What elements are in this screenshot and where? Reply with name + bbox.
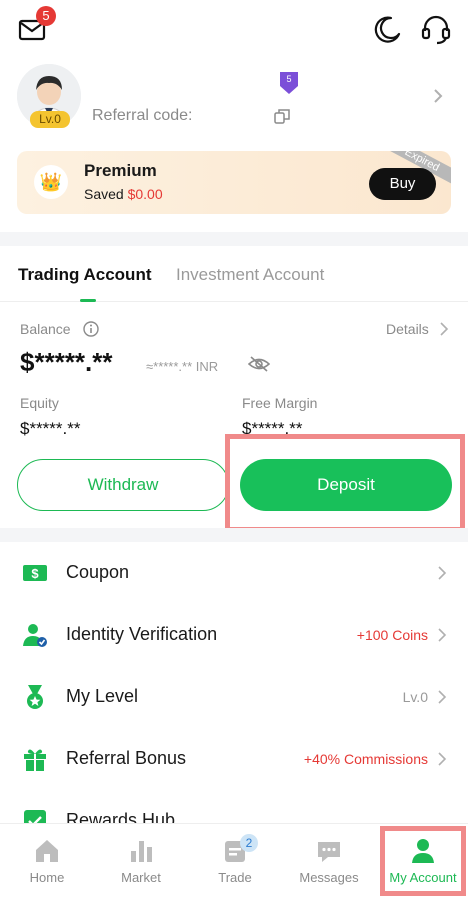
svg-text:5: 5 [286, 74, 291, 84]
chevron-right-icon [438, 690, 447, 704]
my-account-highlight-box [380, 826, 466, 896]
menu-item-identity-verification[interactable]: Identity Verification +100 Coins [0, 604, 468, 666]
menu-item-label: Identity Verification [66, 624, 218, 644]
premium-card[interactable]: 👑 Premium Saved $0.00 Expired Buy [17, 151, 451, 214]
nav-label: Market [121, 870, 161, 885]
profile-row[interactable]: Lv.0 5 Referral code: [0, 60, 468, 140]
section-divider [0, 528, 468, 542]
nav-messages[interactable]: Messages [282, 824, 376, 897]
equity-value: $*****.** [20, 419, 81, 438]
chevron-right-icon [438, 752, 447, 766]
chat-icon [318, 842, 340, 862]
balance-value: $*****.** [20, 347, 113, 377]
nav-home[interactable]: Home [0, 824, 94, 897]
referral-code-label: Referral code: [92, 107, 193, 124]
chevron-right-icon [434, 89, 443, 103]
nav-label: Messages [299, 870, 359, 885]
menu-item-label: My Level [66, 686, 139, 706]
chevron-right-icon [438, 566, 447, 580]
eye-hidden-icon[interactable] [248, 355, 270, 373]
moon-icon[interactable] [372, 14, 402, 44]
chevron-right-icon [440, 322, 449, 336]
svg-text:$: $ [31, 566, 39, 581]
trade-badge: 2 [240, 834, 258, 852]
info-icon[interactable] [83, 321, 99, 337]
premium-saved: Saved $0.00 [84, 186, 163, 202]
account-tabs: Trading Account Investment Account [0, 246, 468, 302]
mail-badge: 5 [36, 6, 56, 26]
bar-chart-icon [131, 841, 152, 862]
balance-label: Balance [20, 321, 71, 337]
crown-icon: 👑 [34, 165, 68, 199]
deposit-highlight-box [225, 434, 465, 532]
premium-title: Premium [84, 161, 157, 180]
premium-saved-prefix: Saved [84, 186, 128, 202]
coupon-icon: $ [23, 565, 47, 581]
section-divider [0, 232, 468, 246]
menu-item-my-level[interactable]: My Level Lv.0 [0, 666, 468, 728]
rewards-check-icon [24, 810, 46, 823]
tab-trading-account[interactable]: Trading Account [18, 265, 152, 285]
gift-icon [24, 749, 46, 771]
tab-investment-account[interactable]: Investment Account [176, 265, 324, 285]
free-margin-label: Free Margin [242, 395, 318, 411]
home-icon [36, 840, 58, 862]
nav-label: Home [29, 870, 65, 885]
menu-item-label: Rewards Hub [66, 810, 176, 823]
menu-item-label: Coupon [66, 562, 130, 582]
details-link[interactable]: Details [386, 321, 429, 337]
top-bar: 5 [0, 0, 468, 58]
equity-label: Equity [20, 395, 59, 411]
level-badge: Lv.0 [30, 111, 70, 128]
chevron-right-icon [438, 628, 447, 642]
commission-text: +40% Commissions [303, 751, 428, 767]
nav-trade[interactable]: 2 Trade [188, 824, 282, 897]
medal-icon [27, 685, 43, 709]
balance-inr-value: ≈*****.** INR [146, 359, 219, 374]
user-verified-icon [23, 624, 47, 647]
headset-icon[interactable] [420, 13, 452, 45]
coins-reward-text: +100 Coins [356, 627, 428, 643]
vip-badge-icon: 5 [280, 72, 298, 94]
withdraw-button[interactable]: Withdraw [17, 459, 229, 511]
copy-icon[interactable] [274, 108, 290, 124]
nav-label: Trade [218, 870, 252, 885]
menu-item-label: Referral Bonus [66, 748, 187, 768]
premium-saved-amount: $0.00 [127, 186, 163, 202]
menu-item-rewards-hub[interactable]: Rewards Hub [0, 790, 468, 823]
buy-button[interactable]: Buy [369, 168, 436, 200]
active-tab-indicator [80, 299, 96, 302]
level-value: Lv.0 [402, 689, 428, 705]
menu-item-coupon[interactable]: $ Coupon [0, 542, 468, 604]
nav-market[interactable]: Market [94, 824, 188, 897]
menu-item-referral-bonus[interactable]: Referral Bonus +40% Commissions [0, 728, 468, 790]
